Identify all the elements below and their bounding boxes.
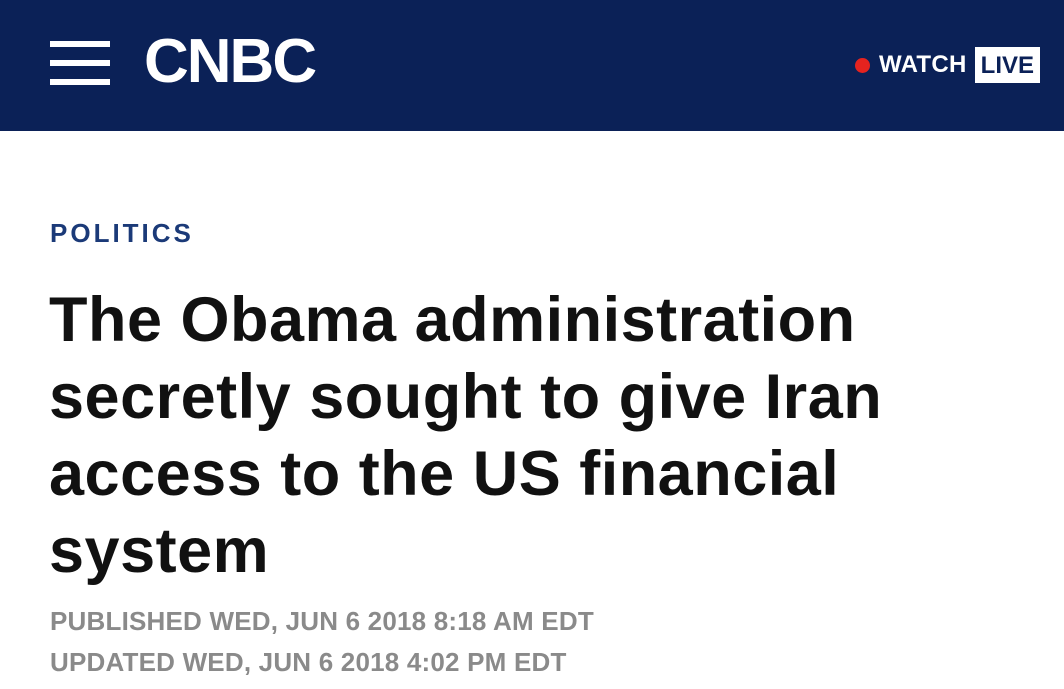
cnbc-logo[interactable]: CNBC (144, 27, 317, 96)
logo-text: CNBC (144, 27, 317, 96)
watch-live-button[interactable]: WATCH LIVE (854, 47, 1040, 83)
menu-bar-top (50, 41, 110, 47)
watch-label: WATCH (878, 51, 967, 78)
menu-bar-middle (50, 60, 110, 66)
category-link[interactable]: POLITICS (50, 218, 194, 249)
menu-bar-bottom (50, 79, 110, 85)
updated-timestamp: UPDATED WED, JUN 6 2018 4:02 PM EDT (50, 647, 567, 677)
live-dot-icon (854, 57, 870, 73)
hamburger-menu-icon[interactable] (50, 41, 110, 87)
live-badge: LIVE (974, 47, 1040, 83)
article-headline: The Obama administration secretly sought… (49, 285, 883, 586)
site-header: CNBC WATCH LIVE (0, 0, 1064, 131)
published-timestamp: PUBLISHED WED, JUN 6 2018 8:18 AM EDT (50, 606, 594, 636)
